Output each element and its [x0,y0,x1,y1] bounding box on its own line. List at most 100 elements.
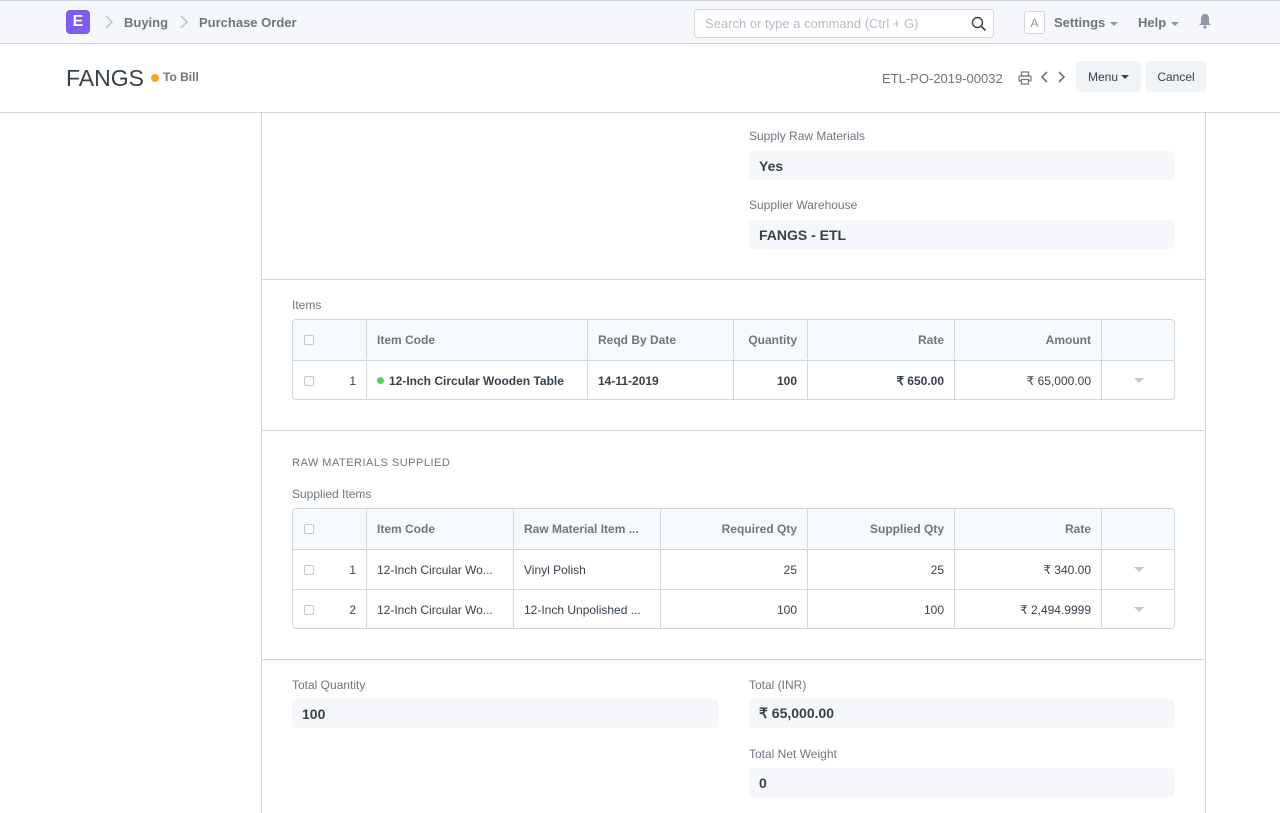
column-header[interactable]: Raw Material Item ... [513,509,660,548]
items-table: Item Code Reqd By Date Quantity Rate Amo… [292,319,1175,400]
select-all-cell [293,320,366,359]
print-icon[interactable] [1018,71,1032,85]
dropdown-arrow-icon[interactable] [1134,607,1144,612]
status-indicator-dot [151,74,159,82]
menu-label: Menu [1087,69,1119,84]
caret-down-icon [1121,74,1130,79]
status-badge: To Bill [163,70,199,84]
chevron-right-icon [179,14,189,30]
supplied-qty-cell[interactable]: 100 [807,590,954,628]
table-row[interactable]: 2 12-Inch Circular Wo... 12-Inch Unpolis… [293,589,1174,628]
caret-down-icon [1171,21,1180,26]
supplied-items-label: Supplied Items [292,487,372,501]
breadcrumb-buying[interactable]: Buying [124,15,168,30]
help-dropdown[interactable]: Help [1138,15,1180,30]
dropdown-arrow-icon[interactable] [1134,378,1144,383]
column-header[interactable]: Item Code [366,320,587,359]
row-select-cell: 1 [293,550,366,589]
column-header[interactable]: Rate [954,509,1101,548]
raw-materials-section-heading: RAW MATERIALS SUPPLIED [292,457,451,469]
cancel-button[interactable]: Cancel [1146,61,1206,92]
column-header-actions [1101,320,1174,359]
reqd-by-date-cell[interactable]: 14-11-2019 [587,361,733,399]
row-checkbox[interactable] [304,604,314,615]
column-header[interactable]: Amount [954,320,1101,359]
document-id: ETL-PO-2019-00032 [882,71,1003,86]
column-header[interactable]: Rate [807,320,954,359]
row-checkbox[interactable] [304,564,314,575]
supplied-qty-cell[interactable]: 25 [807,550,954,589]
total-inr-field: ₹ 65,000.00 [749,699,1175,728]
row-actions-cell[interactable] [1101,590,1174,628]
user-avatar[interactable]: A [1024,11,1045,34]
row-actions-cell[interactable] [1101,550,1174,589]
search-input[interactable] [695,10,955,37]
column-header-actions [1101,509,1174,548]
settings-dropdown[interactable]: Settings [1054,15,1119,30]
select-all-checkbox[interactable] [304,523,314,534]
top-navbar: E Buying Purchase Order A Settings Help [0,0,1280,44]
rate-cell[interactable]: ₹ 650.00 [807,361,954,399]
supply-raw-materials-label: Supply Raw Materials [749,129,866,143]
row-number: 1 [349,373,356,388]
total-inr-label: Total (INR) [749,678,807,692]
required-qty-cell[interactable]: 25 [660,550,807,589]
supplied-items-table: Item Code Raw Material Item ... Required… [292,508,1175,629]
total-quantity-label: Total Quantity [292,678,366,692]
total-net-weight-field: 0 [749,768,1175,797]
raw-material-item-cell[interactable]: 12-Inch Unpolished ... [513,590,660,628]
status-dot-icon [377,377,384,384]
section-divider [262,279,1205,280]
table-header-row: Item Code Raw Material Item ... Required… [293,509,1174,549]
rate-cell[interactable]: ₹ 2,494.9999 [954,590,1101,628]
item-code-cell[interactable]: 12-Inch Circular Wo... [366,550,513,589]
row-select-cell: 2 [293,590,366,628]
dropdown-arrow-icon[interactable] [1134,567,1144,572]
table-row[interactable]: 1 12-Inch Circular Wooden Table 14-11-20… [293,360,1174,399]
select-all-checkbox[interactable] [304,334,314,345]
row-checkbox[interactable] [304,375,314,386]
menu-button[interactable]: Menu [1076,61,1141,92]
section-divider [262,659,1205,660]
column-header[interactable]: Reqd By Date [587,320,733,359]
rate-cell[interactable]: ₹ 340.00 [954,550,1101,589]
app-logo[interactable]: E [66,10,90,34]
item-code-text: 12-Inch Circular Wooden Table [389,373,564,388]
row-actions-cell[interactable] [1101,361,1174,399]
column-header[interactable]: Required Qty [660,509,807,548]
page-header: FANGS To Bill ETL-PO-2019-00032 Menu Can… [0,44,1280,113]
caret-down-icon [1110,21,1119,26]
supplier-warehouse-label: Supplier Warehouse [749,198,858,212]
raw-material-item-cell[interactable]: Vinyl Polish [513,550,660,589]
item-code-cell[interactable]: 12-Inch Circular Wo... [366,590,513,628]
table-row[interactable]: 1 12-Inch Circular Wo... Vinyl Polish 25… [293,549,1174,589]
supply-raw-materials-field[interactable]: Yes [749,151,1175,180]
help-label: Help [1138,15,1167,30]
select-all-cell [293,509,366,548]
row-select-cell: 1 [293,361,366,399]
item-code-cell[interactable]: 12-Inch Circular Wooden Table [366,361,587,399]
total-net-weight-label: Total Net Weight [749,747,837,761]
previous-document-icon[interactable] [1040,70,1050,84]
items-label: Items [292,298,322,312]
section-divider [262,430,1205,431]
breadcrumb-purchase-order[interactable]: Purchase Order [199,15,297,30]
chevron-right-icon [104,14,114,30]
page-title: FANGS [66,65,144,91]
settings-label: Settings [1054,15,1106,30]
next-document-icon[interactable] [1056,70,1066,84]
search-box [694,9,994,38]
quantity-cell[interactable]: 100 [733,361,807,399]
row-number: 1 [349,562,356,577]
search-icon[interactable] [971,16,987,32]
bell-icon[interactable] [1198,13,1212,29]
column-header[interactable]: Item Code [366,509,513,548]
supplier-warehouse-field[interactable]: FANGS - ETL [749,220,1175,249]
form-body: Supply Raw Materials Yes Supplier Wareho… [261,113,1206,813]
total-quantity-field: 100 [292,699,719,728]
required-qty-cell[interactable]: 100 [660,590,807,628]
column-header[interactable]: Supplied Qty [807,509,954,548]
column-header[interactable]: Quantity [733,320,807,359]
amount-cell: ₹ 65,000.00 [954,361,1101,399]
row-number: 2 [349,602,356,617]
